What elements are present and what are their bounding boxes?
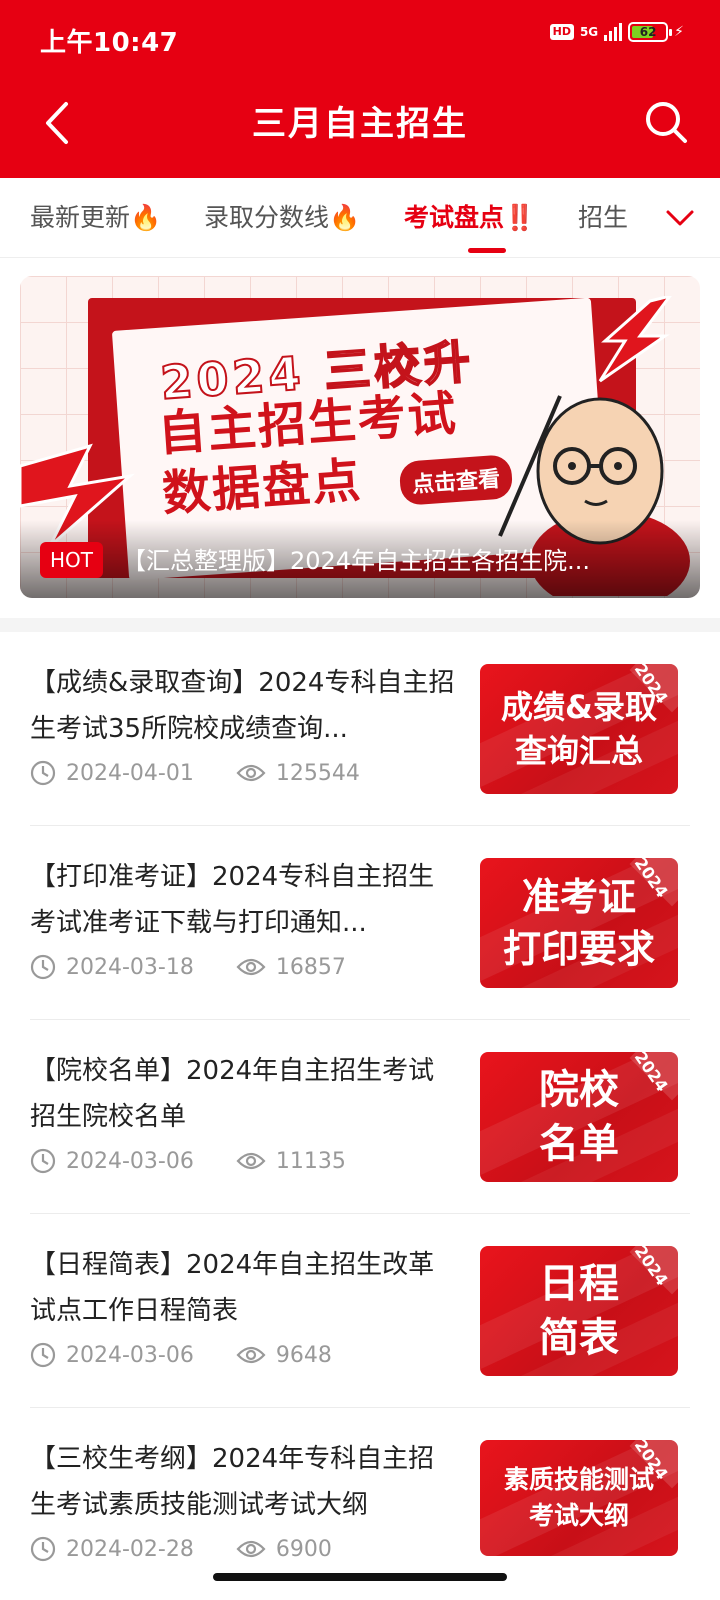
view-count: 11135 — [275, 1148, 346, 1174]
eye-icon — [236, 1346, 266, 1364]
article-thumbnail: 2024 准考证 打印要求 — [480, 858, 678, 988]
hd-badge: HD — [549, 24, 574, 40]
eye-icon — [236, 1540, 266, 1558]
search-button[interactable] — [642, 98, 690, 146]
list-item[interactable]: 【打印准考证】2024专科自主招生考试准考证下载与打印通知... 2024-03… — [30, 826, 690, 1020]
eye-icon — [236, 958, 266, 976]
view-count: 6900 — [275, 1536, 332, 1562]
battery-icon: 62 — [628, 22, 673, 42]
charging-icon: ⚡ — [674, 24, 684, 40]
article-views: 11135 — [236, 1149, 346, 1174]
hot-badge: HOT — [40, 542, 103, 578]
app-header: 上午10:47 HD 5G 62 ⚡ 三月自主招生 — [0, 0, 720, 178]
article-date: 2024-04-01 — [66, 760, 194, 786]
list-item[interactable]: 【院校名单】2024年自主招生考试招生院校名单 2024-03-06 11135… — [30, 1020, 690, 1214]
tab-exam-review[interactable]: 考试盘点‼️ — [404, 198, 535, 234]
chevron-down-icon — [666, 210, 694, 226]
featured-banner[interactable]: 2024 三校升 自主招生考试 数据盘点 点击查看 HOT 【汇总整理版】202… — [20, 276, 700, 598]
article-title: 【院校名单】2024年自主招生考试招生院校名单 — [30, 1056, 435, 1132]
status-time: 上午10:47 — [40, 28, 179, 58]
article-thumbnail: 2024 院校 名单 — [480, 1052, 678, 1182]
banner-caption: 【汇总整理版】2024年自主招生各招生院... — [122, 547, 590, 575]
eye-icon — [236, 1152, 266, 1170]
article-thumbnail: 2024 日程 简表 — [480, 1246, 678, 1376]
clock-icon — [30, 760, 56, 786]
search-icon — [646, 102, 687, 143]
article-thumbnail: 2024 素质技能测试 考试大纲 — [480, 1440, 678, 1556]
article-meta: 2024-04-01 125544 — [30, 760, 360, 786]
article-title: 【成绩&录取查询】2024专科自主招生考试35所院校成绩查询... — [30, 668, 455, 744]
eye-icon — [236, 764, 266, 782]
clock-icon — [30, 1342, 56, 1368]
view-count: 125544 — [275, 760, 360, 786]
battery-level: 62 — [639, 25, 657, 39]
article-date: 2024-03-18 — [66, 954, 194, 980]
clock-icon — [30, 1148, 56, 1174]
tab-enrollment[interactable]: 招生 — [578, 198, 628, 234]
article-date: 2024-03-06 — [66, 1342, 194, 1368]
home-indicator[interactable] — [213, 1573, 507, 1581]
expand-tabs-button[interactable] — [662, 200, 698, 236]
page-title: 三月自主招生 — [252, 104, 468, 144]
article-title: 【打印准考证】2024专科自主招生考试准考证下载与打印通知... — [30, 862, 435, 938]
tab-admission-scores[interactable]: 录取分数线🔥 — [204, 198, 360, 234]
article-meta: 2024-03-06 11135 — [30, 1148, 346, 1174]
section-divider — [0, 618, 720, 632]
thumbnail-text: 日程 简表 — [539, 1261, 619, 1361]
article-views: 125544 — [236, 761, 360, 786]
clock-icon — [30, 954, 56, 980]
clock-icon — [30, 1536, 56, 1562]
article-date: 2024-02-28 — [66, 1536, 194, 1562]
article-meta: 2024-02-28 6900 — [30, 1536, 332, 1562]
tab-latest[interactable]: 最新更新🔥 — [30, 198, 161, 234]
thumbnail-text: 素质技能测试 考试大纲 — [503, 1465, 654, 1530]
article-meta: 2024-03-06 9648 — [30, 1342, 332, 1368]
article-title: 【日程简表】2024年自主招生改革试点工作日程简表 — [30, 1250, 435, 1326]
article-views: 16857 — [236, 955, 346, 980]
signal-icon — [604, 23, 623, 41]
thumbnail-text: 准考证 打印要求 — [502, 875, 655, 971]
article-title: 【三校生考纲】2024年专科自主招生考试素质技能测试考试大纲 — [30, 1444, 435, 1520]
article-meta: 2024-03-18 16857 — [30, 954, 346, 980]
view-count: 16857 — [275, 954, 346, 980]
thumbnail-text: 院校 名单 — [539, 1067, 619, 1167]
article-views: 9648 — [236, 1343, 332, 1368]
status-indicators: HD 5G 62 ⚡ — [549, 22, 684, 42]
article-views: 6900 — [236, 1537, 332, 1562]
list-item[interactable]: 【三校生考纲】2024年专科自主招生考试素质技能测试考试大纲 2024-02-2… — [30, 1408, 690, 1562]
list-item[interactable]: 【成绩&录取查询】2024专科自主招生考试35所院校成绩查询... 2024-0… — [30, 632, 690, 826]
article-thumbnail: 2024 成绩&录取 查询汇总 — [480, 664, 678, 794]
category-tabs: 最新更新🔥 录取分数线🔥 考试盘点‼️ 招生 — [0, 178, 720, 258]
network-label: 5G — [579, 25, 599, 39]
thumbnail-text: 成绩&录取 查询汇总 — [501, 688, 657, 770]
active-tab-indicator — [468, 248, 506, 253]
list-item[interactable]: 【日程简表】2024年自主招生改革试点工作日程简表 2024-03-06 964… — [30, 1214, 690, 1408]
lightning-right-icon — [598, 296, 672, 383]
article-date: 2024-03-06 — [66, 1148, 194, 1174]
view-count: 9648 — [275, 1342, 332, 1368]
